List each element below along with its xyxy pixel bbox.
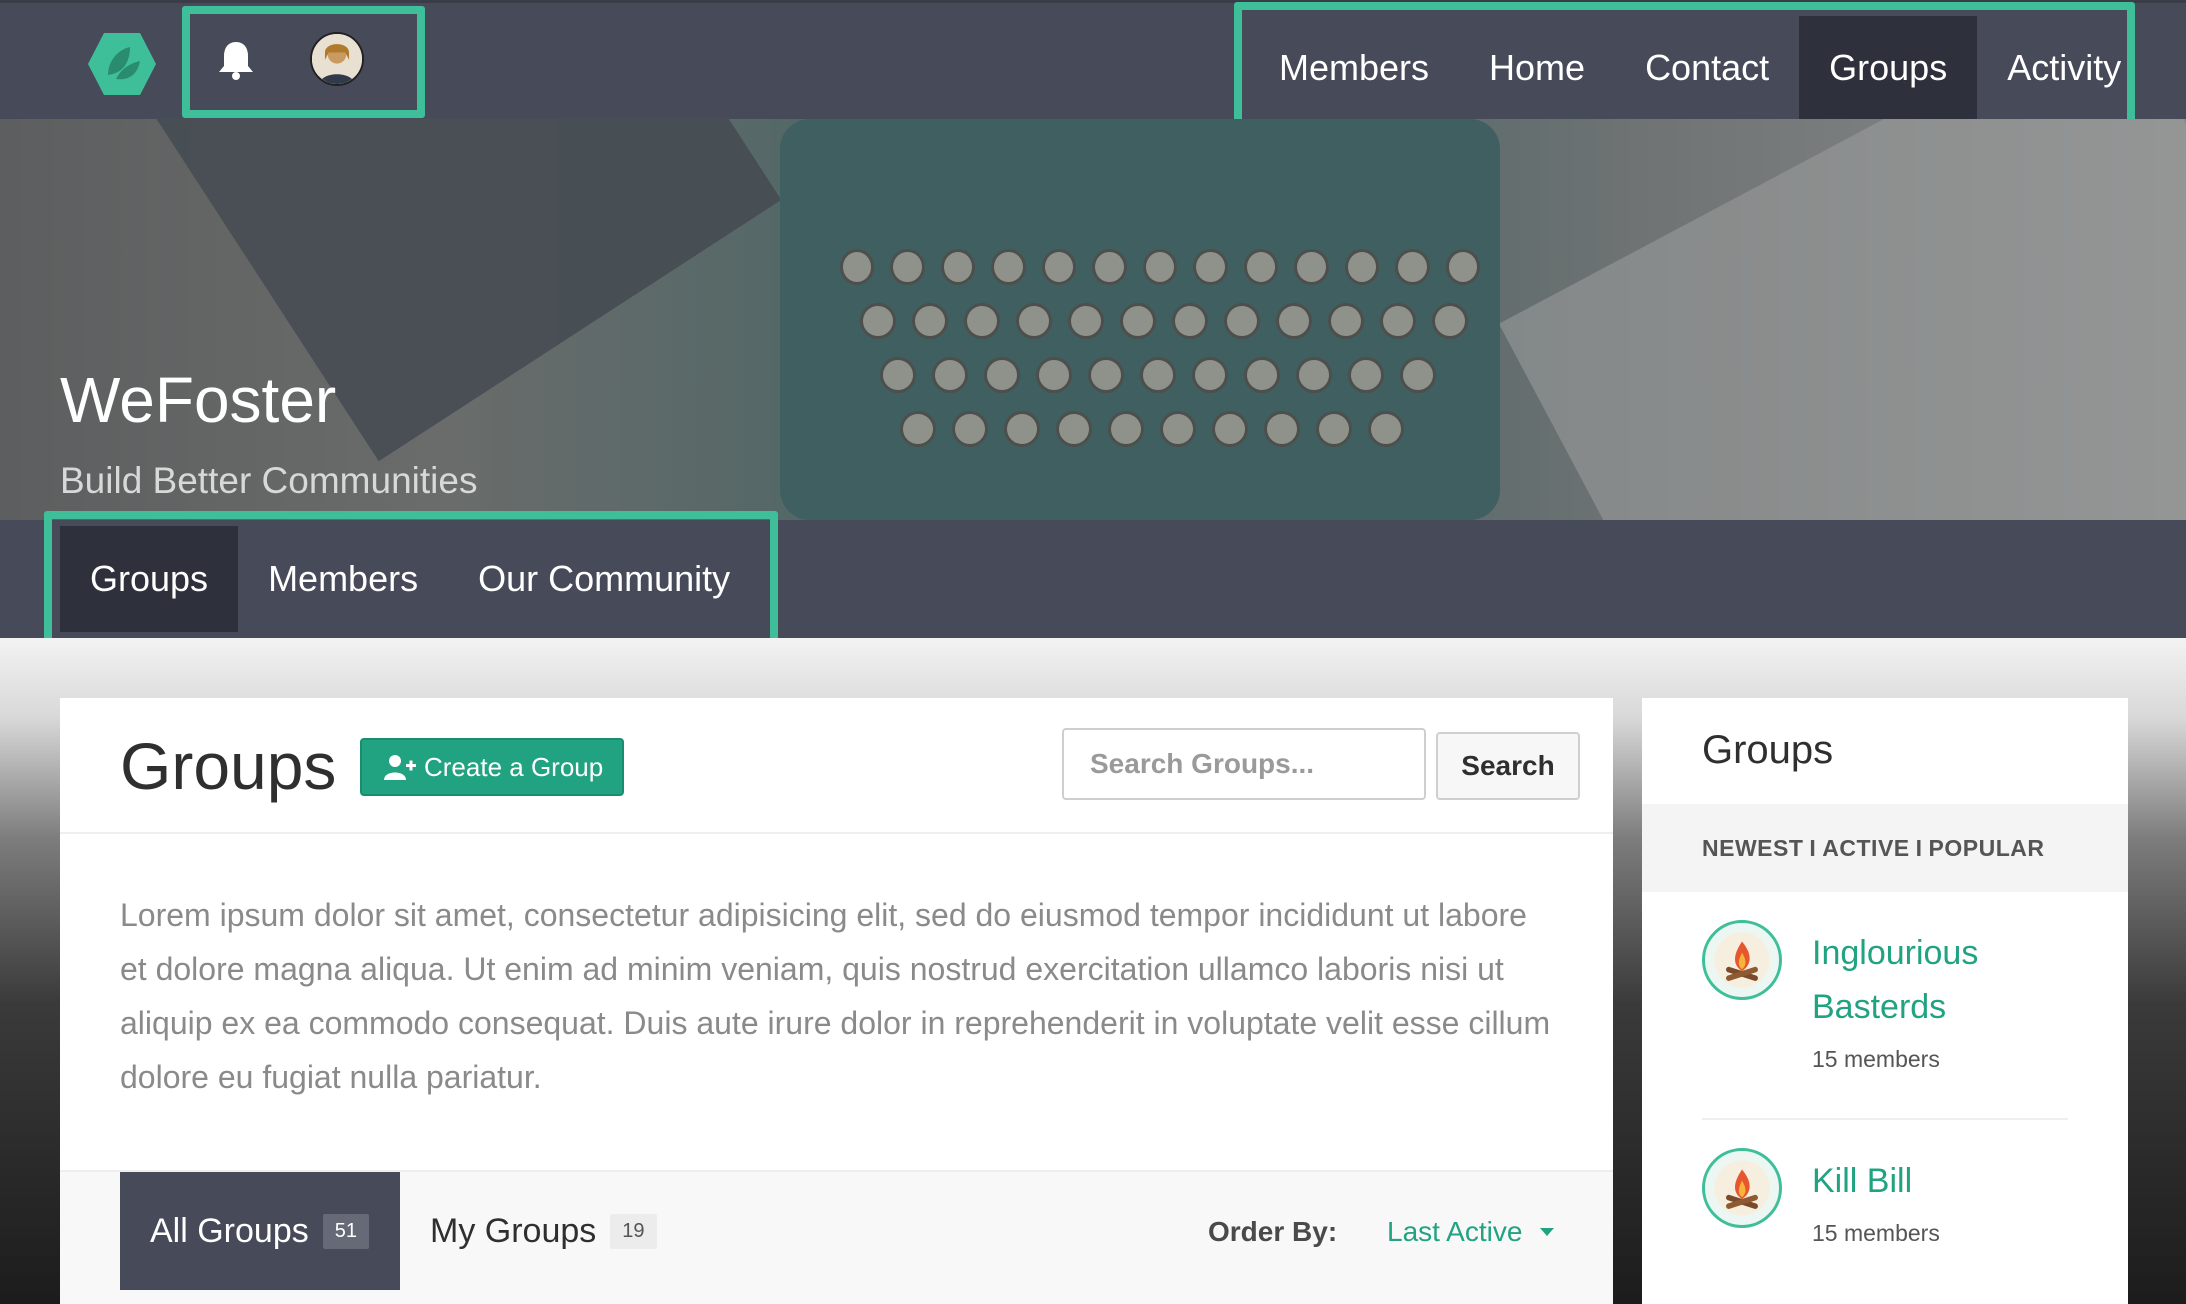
group-name-link[interactable]: Inglourious Basterds xyxy=(1812,926,2072,1034)
filter-active[interactable]: ACTIVE xyxy=(1822,835,1909,862)
typewriter-keys xyxy=(800,249,1481,465)
subnav-item-members[interactable]: Members xyxy=(238,526,448,632)
filter-newest[interactable]: NEWEST xyxy=(1702,835,1803,862)
hero-banner: WeFoster Build Better Communities xyxy=(0,119,2186,520)
tab-all-groups-label: All Groups xyxy=(150,1211,309,1250)
add-user-icon xyxy=(384,755,416,780)
sub-nav: Groups Members Our Community xyxy=(60,526,760,632)
site-tagline: Build Better Communities xyxy=(60,460,478,501)
filter-separator: I xyxy=(1809,834,1817,861)
nav-item-activity[interactable]: Activity xyxy=(1977,16,2151,120)
nav-item-contact[interactable]: Contact xyxy=(1615,16,1799,120)
nav-item-members[interactable]: Members xyxy=(1249,16,1459,120)
list-item: Inglourious Basterds 15 members xyxy=(1702,920,2082,1100)
order-by-label: Order By: xyxy=(1208,1216,1338,1247)
campfire-icon xyxy=(1714,1160,1770,1216)
search-groups-input[interactable] xyxy=(1062,728,1426,800)
avatar-image-icon xyxy=(312,34,362,84)
filter-separator: I xyxy=(1915,834,1923,861)
divider xyxy=(60,832,1613,834)
tab-all-groups[interactable]: All Groups 51 xyxy=(120,1172,400,1290)
order-by-select[interactable]: Last Active xyxy=(1387,1216,1555,1248)
hexagon-leaf-logo-icon[interactable] xyxy=(86,31,158,97)
create-group-button[interactable]: Create a Group xyxy=(360,738,624,796)
bell-icon[interactable] xyxy=(216,38,256,82)
site-title: WeFoster xyxy=(60,364,337,436)
subnav-item-groups[interactable]: Groups xyxy=(60,526,239,632)
tab-my-groups-label: My Groups xyxy=(430,1211,597,1250)
list-item: Kill Bill 15 members xyxy=(1702,1148,2082,1268)
caret-down-icon xyxy=(1540,1228,1555,1236)
groups-tabs: All Groups 51 My Groups 19 Order By: Las… xyxy=(60,1170,1613,1304)
count-badge: 51 xyxy=(322,1213,369,1249)
campfire-icon xyxy=(1714,932,1770,988)
group-name-link[interactable]: Kill Bill xyxy=(1812,1154,2072,1208)
create-group-label: Create a Group xyxy=(424,751,604,782)
nav-item-groups[interactable]: Groups xyxy=(1799,16,1978,120)
group-member-count: 15 members xyxy=(1812,1220,1940,1246)
groups-description: Lorem ipsum dolor sit amet, consectetur … xyxy=(120,897,1551,1095)
order-by-value: Last Active xyxy=(1387,1216,1523,1247)
nav-item-home[interactable]: Home xyxy=(1459,16,1615,120)
group-avatar[interactable] xyxy=(1702,1148,1782,1228)
tab-my-groups[interactable]: My Groups 19 xyxy=(430,1172,657,1290)
divider xyxy=(1702,1118,2068,1120)
page-title: Groups xyxy=(120,729,337,803)
count-badge: 19 xyxy=(610,1213,657,1249)
search-button[interactable]: Search xyxy=(1436,732,1580,800)
hero-background-paper xyxy=(1498,119,2186,520)
subnav-item-our-community[interactable]: Our Community xyxy=(448,526,760,632)
avatar[interactable] xyxy=(310,32,364,86)
filter-popular[interactable]: POPULAR xyxy=(1929,835,2045,862)
groups-panel: Groups Create a Group Search Lorem ipsum… xyxy=(60,698,1613,1304)
group-member-count: 15 members xyxy=(1812,1046,1940,1072)
widget-filters: NEWEST I ACTIVE I POPULAR xyxy=(1642,804,2128,892)
groups-widget: Groups NEWEST I ACTIVE I POPULAR Inglour… xyxy=(1642,698,2128,1304)
widget-title: Groups xyxy=(1702,728,1834,772)
group-avatar[interactable] xyxy=(1702,920,1782,1000)
main-nav: Members Home Contact Groups Activity xyxy=(1249,16,2151,120)
